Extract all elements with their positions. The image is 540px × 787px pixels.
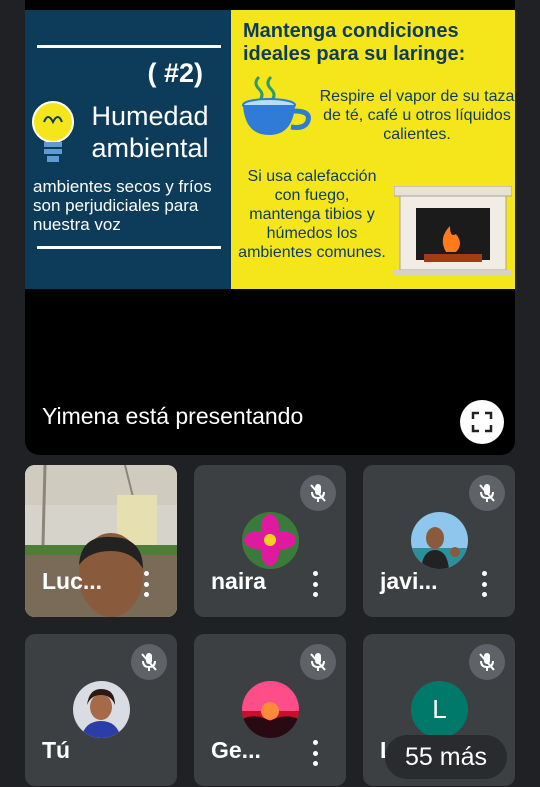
mic-off-icon xyxy=(300,644,336,680)
participant-tile[interactable]: naira xyxy=(194,465,346,617)
participant-tile[interactable]: Ge... xyxy=(194,634,346,786)
slide-heading: Humedad ambiental xyxy=(75,100,225,164)
presentation-area: ( #2) Humedad ambiental ambientes secos … xyxy=(25,0,515,455)
participant-name: Ge... xyxy=(211,737,261,763)
participant-name: Tú xyxy=(42,737,71,763)
avatar xyxy=(242,512,299,569)
tip-heating: Si usa calefacción con fuego, mantenga t… xyxy=(238,168,386,261)
mic-off-icon xyxy=(300,475,336,511)
participant-name: javi... xyxy=(380,568,438,594)
tip-steam: Respire el vapor de su taza de té, café … xyxy=(319,88,515,143)
more-options-icon[interactable] xyxy=(479,571,489,597)
avatar xyxy=(73,681,130,738)
slide-right-title: Mantenga condiciones ideales para su lar… xyxy=(243,20,466,65)
fullscreen-icon xyxy=(471,411,493,433)
heading-line-1: Humedad xyxy=(91,101,209,131)
cup-icon xyxy=(242,75,311,135)
shared-slide: ( #2) Humedad ambiental ambientes secos … xyxy=(25,10,515,289)
more-options-icon[interactable] xyxy=(141,571,151,597)
participant-tile[interactable]: Tú xyxy=(25,634,177,786)
heading-line-2: ambiental xyxy=(91,133,209,163)
participant-tile[interactable]: javi... xyxy=(363,465,515,617)
slide-number: ( #2) xyxy=(147,58,203,88)
avatar-initial: L xyxy=(411,681,468,738)
participant-name: Luc... xyxy=(42,568,103,594)
slide-left-panel: ( #2) Humedad ambiental ambientes secos … xyxy=(25,10,231,289)
more-participants-button[interactable]: 55 más xyxy=(385,735,507,779)
avatar xyxy=(242,681,299,738)
participant-tile[interactable]: Luc... xyxy=(25,465,177,617)
fireplace-icon xyxy=(394,186,512,276)
mic-off-icon xyxy=(469,644,505,680)
lightbulb-icon xyxy=(32,101,74,162)
slide-description: ambientes secos y fríos son perjudiciale… xyxy=(33,177,212,234)
more-options-icon[interactable] xyxy=(310,740,320,766)
more-options-icon[interactable] xyxy=(310,571,320,597)
mic-off-icon xyxy=(469,475,505,511)
participant-name: naira xyxy=(211,568,266,594)
presenting-label: Yimena está presentando xyxy=(42,403,304,429)
slide-right-panel: Mantenga condiciones ideales para su lar… xyxy=(231,10,515,289)
fullscreen-button[interactable] xyxy=(460,400,504,444)
mic-off-icon xyxy=(131,644,167,680)
avatar xyxy=(411,512,468,569)
divider xyxy=(37,45,221,48)
divider xyxy=(37,246,221,249)
